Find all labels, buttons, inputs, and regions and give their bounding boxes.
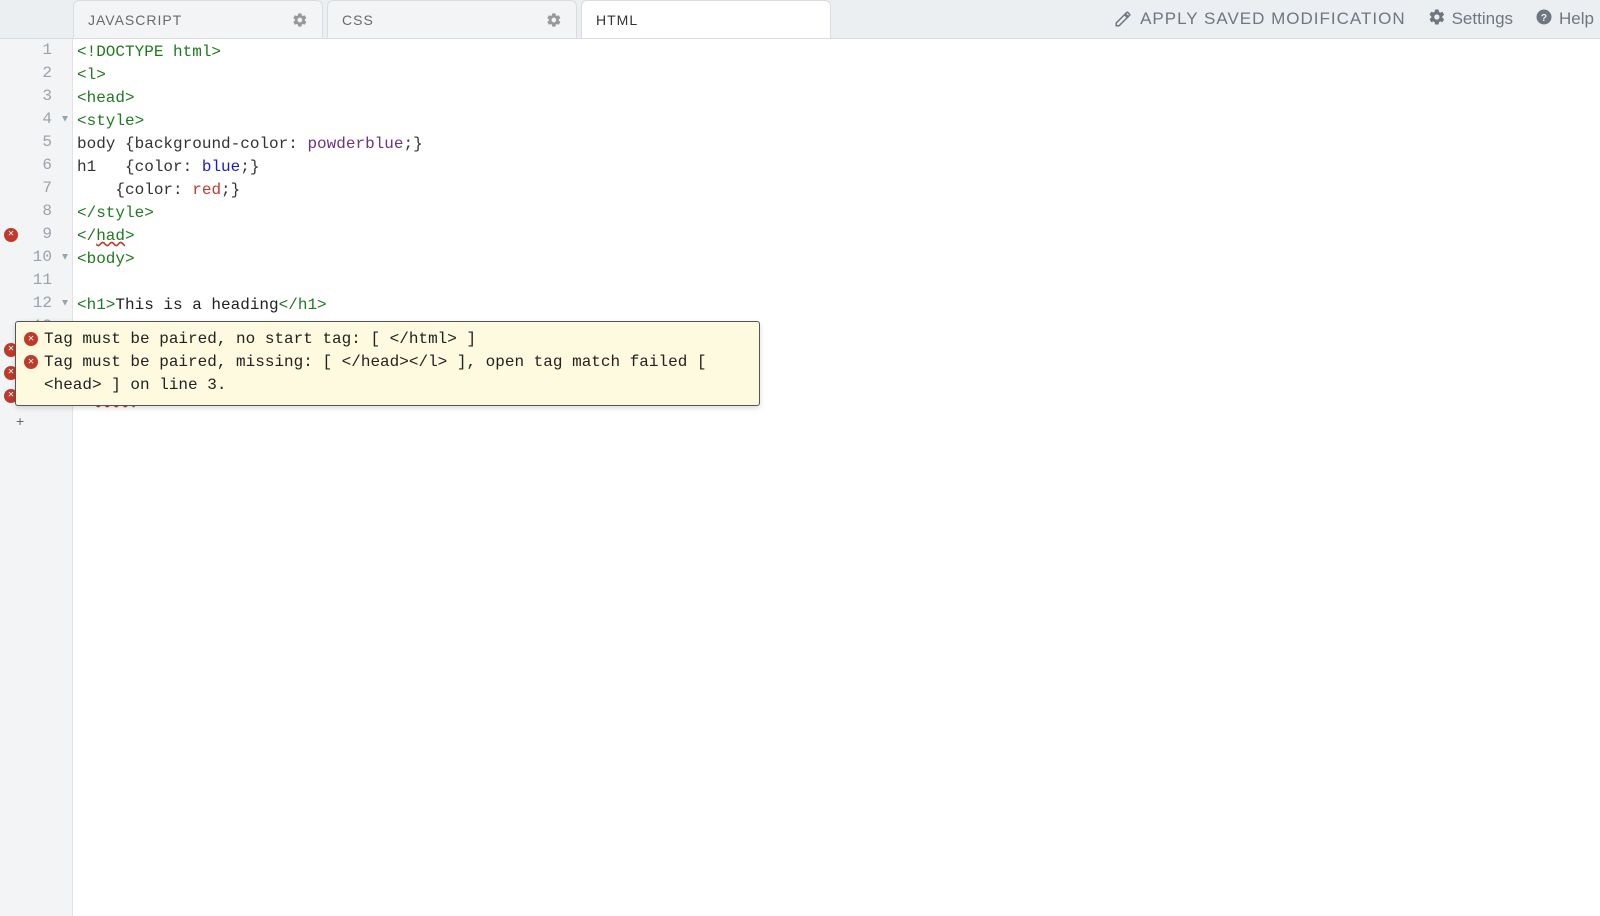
line-number: 7 (0, 177, 72, 200)
code-line[interactable]: <style> (77, 110, 1596, 133)
line-number: 6 (0, 154, 72, 177)
error-icon: ✕ (24, 332, 38, 346)
line-number: 2 (0, 62, 72, 85)
code-line[interactable] (77, 271, 1596, 294)
line-number: 5 (0, 131, 72, 154)
tooltip-text: Tag must be paired, no start tag: [ </ht… (44, 328, 751, 351)
code-line[interactable]: <l> (77, 64, 1596, 87)
tab-label: CSS (342, 12, 374, 28)
fold-toggle-icon[interactable]: ▼ (62, 246, 68, 269)
svg-text:?: ? (1541, 11, 1547, 23)
code-line[interactable]: <h1>This is a heading</h1> (77, 294, 1596, 317)
gear-icon (1428, 8, 1446, 31)
topbar: JAVASCRIPT CSS HTML APPLY SAVED MODIFICA… (0, 0, 1600, 38)
tab-javascript[interactable]: JAVASCRIPT (73, 0, 323, 38)
code-line[interactable]: {color: red;} (77, 179, 1596, 202)
line-number: 8 (0, 200, 72, 223)
help-button[interactable]: ? Help (1535, 8, 1594, 31)
topbar-left-spacer (0, 0, 73, 38)
tab-html[interactable]: HTML (581, 0, 831, 38)
tooltip-row: ✕ Tag must be paired, missing: [ </head>… (24, 351, 751, 397)
add-line-icon[interactable]: + (16, 413, 24, 429)
code-line[interactable]: <!DOCTYPE html> (77, 41, 1596, 64)
code-line[interactable]: </style> (77, 202, 1596, 225)
tab-css[interactable]: CSS (327, 0, 577, 38)
tooltip-row: ✕ Tag must be paired, no start tag: [ </… (24, 328, 751, 351)
code-area[interactable]: <!DOCTYPE html><l><head><style>body {bac… (73, 39, 1600, 916)
error-icon: ✕ (4, 228, 18, 242)
fold-toggle-icon[interactable]: ▼ (62, 292, 68, 315)
pencil-icon (1114, 10, 1132, 28)
error-icon: ✕ (24, 355, 38, 369)
lint-tooltip: ✕ Tag must be paired, no start tag: [ </… (15, 321, 760, 406)
code-line[interactable]: h1 {color: blue;} (77, 156, 1596, 179)
topbar-right: APPLY SAVED MODIFICATION Settings ? Help (1114, 0, 1600, 38)
gear-icon[interactable] (546, 12, 562, 28)
code-line[interactable]: <head> (77, 87, 1596, 110)
line-number: 11 (0, 269, 72, 292)
gear-icon[interactable] (292, 12, 308, 28)
apply-saved-modification-button[interactable]: APPLY SAVED MODIFICATION (1114, 9, 1406, 29)
tab-label: HTML (596, 12, 638, 28)
line-number: 9✕ (0, 223, 72, 246)
line-number: 4▼ (0, 108, 72, 131)
code-editor[interactable]: 1234▼56789✕10▼1112▼1314✕15✕16✕ <!DOCTYPE… (0, 38, 1600, 916)
line-number: 3 (0, 85, 72, 108)
apply-saved-label: APPLY SAVED MODIFICATION (1140, 9, 1406, 29)
code-line[interactable]: body {background-color: powderblue;} (77, 133, 1596, 156)
line-number: 1 (0, 39, 72, 62)
line-number: 12▼ (0, 292, 72, 315)
settings-label: Settings (1452, 9, 1513, 29)
settings-button[interactable]: Settings (1428, 8, 1513, 31)
line-number-gutter: 1234▼56789✕10▼1112▼1314✕15✕16✕ (0, 39, 73, 916)
line-number: 10▼ (0, 246, 72, 269)
tooltip-text: Tag must be paired, missing: [ </head></… (44, 351, 751, 397)
code-line[interactable]: </had> (77, 225, 1596, 248)
help-label: Help (1559, 9, 1594, 29)
code-line[interactable]: <body> (77, 248, 1596, 271)
help-icon: ? (1535, 8, 1553, 31)
fold-toggle-icon[interactable]: ▼ (62, 108, 68, 131)
tab-label: JAVASCRIPT (88, 12, 182, 28)
